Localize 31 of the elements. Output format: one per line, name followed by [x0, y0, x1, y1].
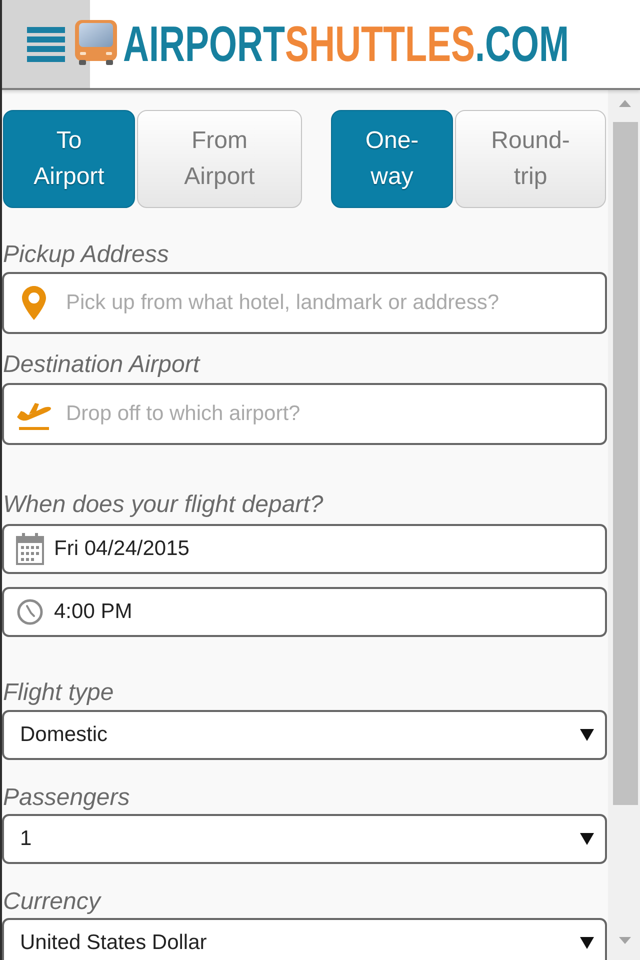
dropdown[interactable]: Domestic [2, 710, 607, 760]
scroll-thumb[interactable] [612, 122, 638, 805]
calendar-icon [16, 533, 44, 565]
logo-text[interactable]: AIRPORTSHUTTLES.COM [123, 19, 569, 69]
time-field[interactable]: 4:00 PM [2, 587, 607, 637]
caret-down-icon [580, 937, 594, 949]
caret-down-icon [580, 729, 594, 741]
destination-airport-field[interactable]: Drop off to which airport? [2, 383, 607, 445]
bus-icon [75, 20, 117, 65]
field-label: When does your flight depart? [2, 490, 324, 520]
menu-button[interactable] [2, 0, 90, 88]
location-pin-icon [22, 286, 46, 320]
trip-direction-tab[interactable]: To Airport [3, 110, 135, 208]
trip-type-tab[interactable]: One-way [331, 110, 453, 208]
clock-icon [17, 599, 43, 625]
field-label: Destination Airport [2, 350, 202, 380]
field-label: Passengers [2, 783, 131, 813]
scroll-up-arrow-icon[interactable] [619, 100, 631, 107]
trip-type-tab[interactable]: Round-trip [455, 110, 606, 208]
field-label: Flight type [2, 678, 115, 708]
scrollbar[interactable] [608, 90, 640, 960]
menu-icon [27, 26, 65, 62]
pickup-address-field[interactable]: Pick up from what hotel, landmark or address? [2, 272, 607, 334]
trip-direction-tab[interactable]: From Airport [137, 110, 302, 208]
date-field[interactable]: Fri 04/24/2015 [2, 524, 607, 574]
dropdown[interactable]: 1 [2, 814, 607, 864]
scroll-down-arrow-icon[interactable] [619, 937, 631, 944]
dropdown[interactable]: United States Dollar [2, 918, 607, 960]
caret-down-icon [580, 833, 594, 845]
field-label: Currency [2, 887, 102, 917]
field-label: Pickup Address [2, 240, 170, 270]
